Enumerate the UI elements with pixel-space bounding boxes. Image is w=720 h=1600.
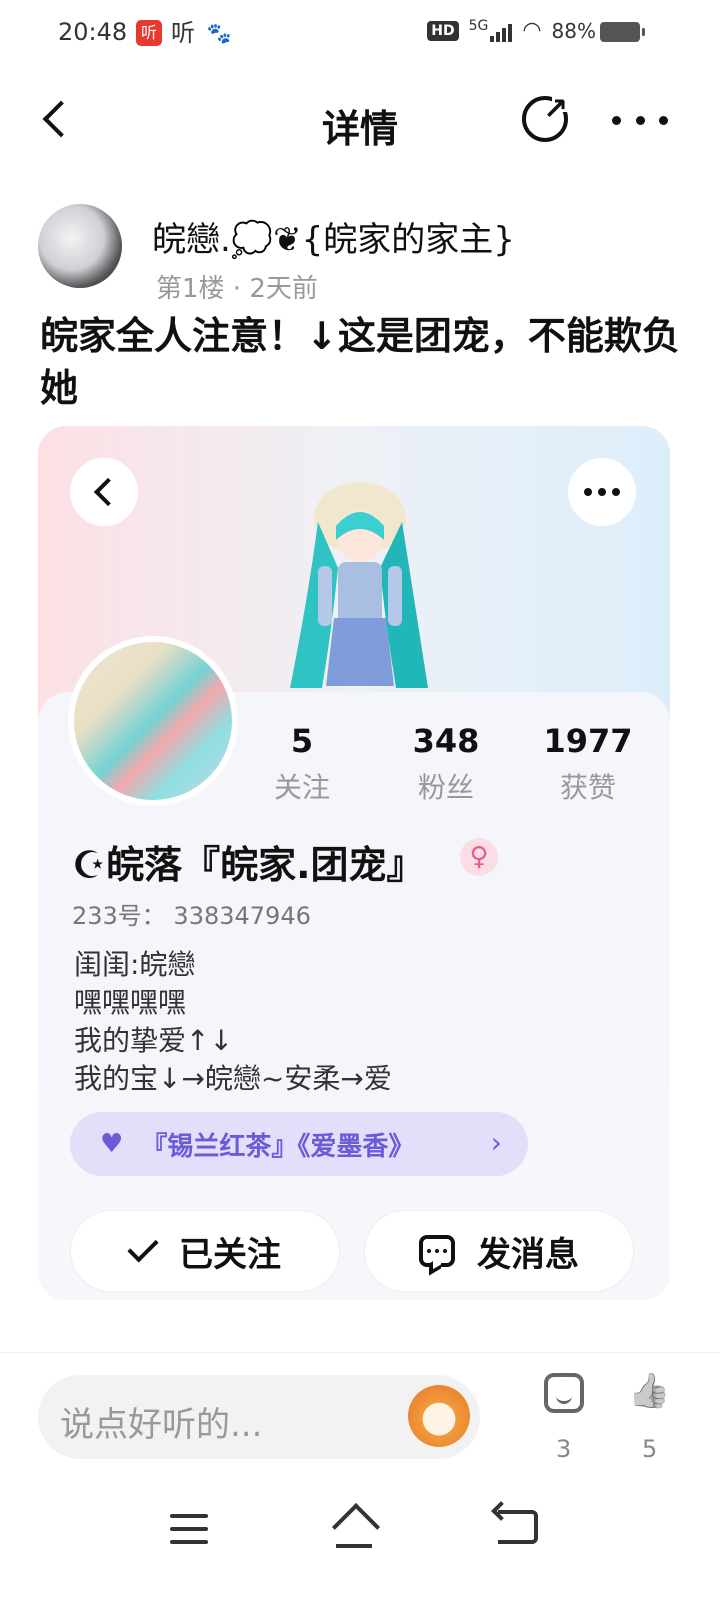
card-back-icon <box>70 458 138 526</box>
bio-line: 我的宝↓→皖戀~安柔→爱 <box>74 1062 392 1095</box>
author-name[interactable]: 皖戀.💭❦{皖家的家主} <box>152 212 515 261</box>
baidu-icon: 🐾 <box>206 21 232 45</box>
profile-bio: 闺闺:皖戀 嘿嘿嘿嘿 我的挚爱↑↓ 我的宝↓→皖戀~安柔→爱 <box>74 946 392 1098</box>
network-label: 5G <box>468 17 489 34</box>
followed-label: 已关注 <box>179 1234 281 1275</box>
signal-icon <box>490 20 513 42</box>
mascot-sticker-icon[interactable] <box>408 1385 470 1447</box>
share-arrow-icon: ↗ <box>543 92 569 127</box>
bio-line: 我的挚爱↑↓ <box>74 1024 233 1057</box>
profile-name: ☪皖落『皖家.团宠』 <box>72 843 425 887</box>
chat-icon <box>419 1235 455 1267</box>
fans-stat: 348 粉丝 <box>386 722 506 806</box>
heart-icon: ♥ <box>100 1129 124 1159</box>
system-back-icon[interactable] <box>498 1510 538 1544</box>
following-stat: 5 关注 <box>242 722 362 806</box>
female-icon: ♀ <box>460 838 498 876</box>
battery-icon <box>600 22 645 42</box>
following-label: 关注 <box>273 771 330 804</box>
listen-app-icon: 听 <box>136 20 162 46</box>
likes-label: 获赞 <box>559 771 616 804</box>
comment-input[interactable]: 说点好听的... <box>38 1375 480 1459</box>
check-icon <box>127 1231 159 1263</box>
followed-button: 已关注 <box>70 1210 340 1292</box>
relationship-tag-label: 『锡兰红茶』《爱墨香》 <box>141 1131 415 1162</box>
like-count: 5 <box>642 1435 658 1463</box>
post-meta: 第1楼 · 2天前 <box>156 274 318 304</box>
home-icon[interactable] <box>332 1508 376 1548</box>
thumbs-up-icon[interactable] <box>628 1371 672 1415</box>
hd-icon: HD <box>427 20 459 41</box>
author-avatar[interactable] <box>38 204 122 288</box>
nav-bar: 详情 ↗ <box>0 80 720 164</box>
emoji-count: 3 <box>556 1435 572 1463</box>
user-id: 233号： 338347946 <box>72 902 311 930</box>
comment-bar: 说点好听的... 3 5 <box>0 1352 720 1472</box>
battery-percent: 88% <box>551 18 596 43</box>
chevron-right-icon: › <box>490 1126 502 1159</box>
post-text: 皖家全人注意！↓这是团宠，不能欺负她 <box>40 314 680 410</box>
menu-icon[interactable] <box>170 1514 208 1544</box>
message-button: 发消息 <box>364 1210 634 1292</box>
more-options-button[interactable] <box>612 100 668 140</box>
likes-count: 1977 <box>543 722 633 760</box>
comment-placeholder: 说点好听的... <box>60 1405 263 1445</box>
listen-text-icon: 听 <box>171 19 195 47</box>
profile-avatar <box>68 636 238 806</box>
fans-label: 粉丝 <box>417 771 474 804</box>
bio-line: 闺闺:皖戀 <box>74 948 196 981</box>
status-bar: 20:48 听 听 🐾 HD 5G ◠ 88% <box>0 0 720 70</box>
profile-card-image[interactable]: 5 关注 348 粉丝 1977 获赞 ☪皖落『皖家.团宠』 ♀ 233号： 3… <box>38 426 670 1300</box>
fans-count: 348 <box>412 722 480 760</box>
character-avatar-image <box>290 482 428 688</box>
relationship-tag: ♥ 『锡兰红茶』《爱墨香》 › <box>70 1112 528 1176</box>
status-time: 20:48 <box>58 18 128 46</box>
message-label: 发消息 <box>477 1234 579 1275</box>
likes-stat: 1977 获赞 <box>528 722 648 806</box>
following-count: 5 <box>290 722 314 760</box>
wifi-icon: ◠ <box>522 18 542 43</box>
card-more-icon <box>568 458 636 526</box>
system-nav-bar <box>0 1480 720 1600</box>
bio-line: 嘿嘿嘿嘿 <box>74 986 187 1019</box>
emoji-reaction-icon[interactable] <box>544 1373 584 1413</box>
